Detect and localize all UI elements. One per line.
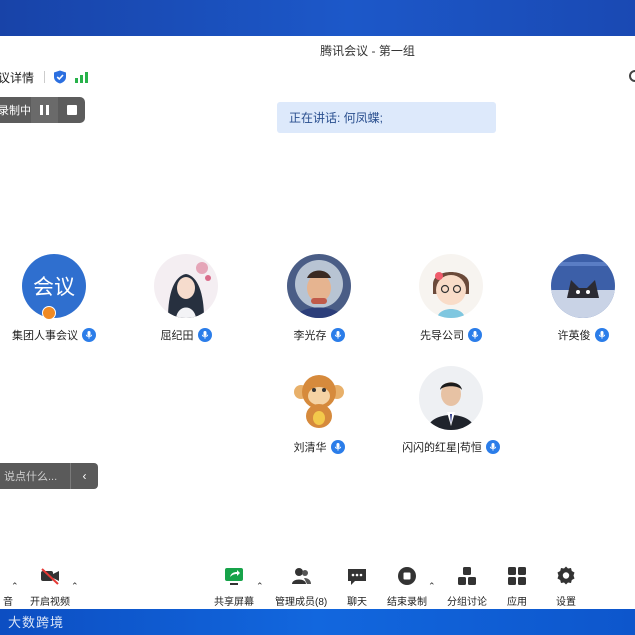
participant-name: 许英俊 [557, 330, 591, 342]
pause-icon [40, 105, 49, 115]
breakout-rooms-button[interactable]: 分组讨论 [447, 565, 487, 608]
shield-icon[interactable] [53, 70, 67, 84]
share-screen-label: 共享屏幕 [214, 597, 254, 608]
desktop-taskbar [0, 609, 635, 635]
mic-icon [330, 440, 345, 454]
breakout-label: 分组讨论 [447, 597, 487, 608]
participant-name: 屈纪田 [160, 330, 194, 342]
record-stop-icon [396, 565, 418, 587]
chat-quick-input[interactable]: 说点什么... ‹ [0, 463, 98, 489]
start-video-button[interactable]: 开启视频 [30, 565, 70, 608]
active-speaker-banner: 正在讲话: 何凤蝶; [277, 102, 496, 133]
start-video-label: 开启视频 [30, 597, 70, 608]
participant-name: 先导公司 [420, 330, 464, 342]
avatar [419, 254, 483, 318]
mic-icon [330, 328, 345, 342]
participant-tile[interactable]: 先导公司 [391, 254, 511, 343]
members-icon [290, 565, 312, 587]
chevron-left-icon[interactable]: ‹ [71, 469, 98, 483]
mute-label: 音 [3, 597, 13, 608]
end-recording-label: 结束录制 [387, 597, 427, 608]
chevron-up-icon[interactable]: ⌃ [71, 581, 79, 592]
host-icon [42, 306, 56, 320]
participant-tile[interactable]: 许英俊 [523, 254, 635, 343]
avatar [551, 254, 615, 318]
mic-icon [485, 440, 500, 454]
chat-input[interactable]: 说点什么... [0, 468, 70, 484]
chevron-up-icon[interactable]: ⌃ [256, 581, 264, 592]
mic-icon [82, 328, 96, 342]
settings-circle-icon[interactable] [629, 70, 635, 82]
desktop-top-band [0, 0, 635, 36]
chevron-up-icon[interactable]: ⌃ [11, 581, 19, 592]
apps-grid-icon [506, 565, 528, 587]
chat-button[interactable]: 聊天 [346, 565, 368, 608]
title-bar: 腾讯会议 - 第一组 [0, 36, 635, 64]
stop-recording-button[interactable] [58, 97, 85, 123]
meeting-info-bar: 议详情 [0, 64, 635, 90]
signal-icon[interactable] [75, 71, 89, 83]
recording-indicator: 录制中 [0, 97, 85, 123]
mic-icon [594, 328, 609, 342]
avatar [154, 254, 218, 318]
participant-name: 集团人事会议 [12, 330, 78, 342]
settings-button[interactable]: 设置 [555, 565, 577, 608]
chat-icon [346, 565, 368, 587]
mic-icon [468, 328, 482, 342]
chevron-up-icon[interactable]: ⌃ [428, 581, 436, 592]
participant-tile[interactable]: 李光存 [259, 254, 379, 343]
participant-name: 李光存 [293, 330, 327, 342]
active-speaker-text: 正在讲话: 何凤蝶; [289, 111, 384, 125]
apps-label: 应用 [507, 597, 527, 608]
participant-tile[interactable]: 屈纪田 [126, 254, 246, 343]
window-title: 腾讯会议 - 第一组 [320, 43, 415, 58]
recording-label: 录制中 [0, 105, 31, 117]
share-screen-button[interactable]: 共享屏幕 [214, 565, 254, 608]
participant-name: 闪闪的红星|苟恒 [402, 442, 482, 454]
manage-members-button[interactable]: 管理成员(8) [275, 565, 327, 608]
participant-tile[interactable]: 闪闪的红星|苟恒 [391, 366, 511, 455]
meeting-toolbar: 音 ⌃ 开启视频 ⌃ 共享屏幕 ⌃ 管理成员(8) 聊天 结束录制 ⌃ 分组讨论… [0, 553, 635, 609]
video-off-icon [39, 565, 61, 587]
meeting-info-link[interactable]: 议详情 [0, 69, 34, 86]
participant-name: 刘清华 [293, 442, 327, 454]
stop-icon [66, 105, 77, 115]
avatar [287, 366, 351, 430]
gear-icon [555, 565, 577, 587]
mic-icon [197, 328, 212, 342]
settings-label: 设置 [556, 597, 576, 608]
watermark-text: 大数跨境 [8, 615, 65, 630]
share-screen-icon [223, 565, 245, 587]
participant-tile[interactable]: 刘清华 [259, 366, 379, 455]
breakout-icon [456, 565, 478, 587]
avatar [419, 366, 483, 430]
participant-tile[interactable]: 会议 集团人事会议 [0, 254, 114, 343]
chat-label: 聊天 [347, 597, 367, 608]
pause-recording-button[interactable] [31, 97, 58, 123]
divider [44, 71, 46, 83]
avatar [287, 254, 351, 318]
manage-members-label: 管理成员(8) [275, 597, 328, 608]
apps-button[interactable]: 应用 [506, 565, 528, 608]
end-recording-button[interactable]: 结束录制 [387, 565, 427, 608]
